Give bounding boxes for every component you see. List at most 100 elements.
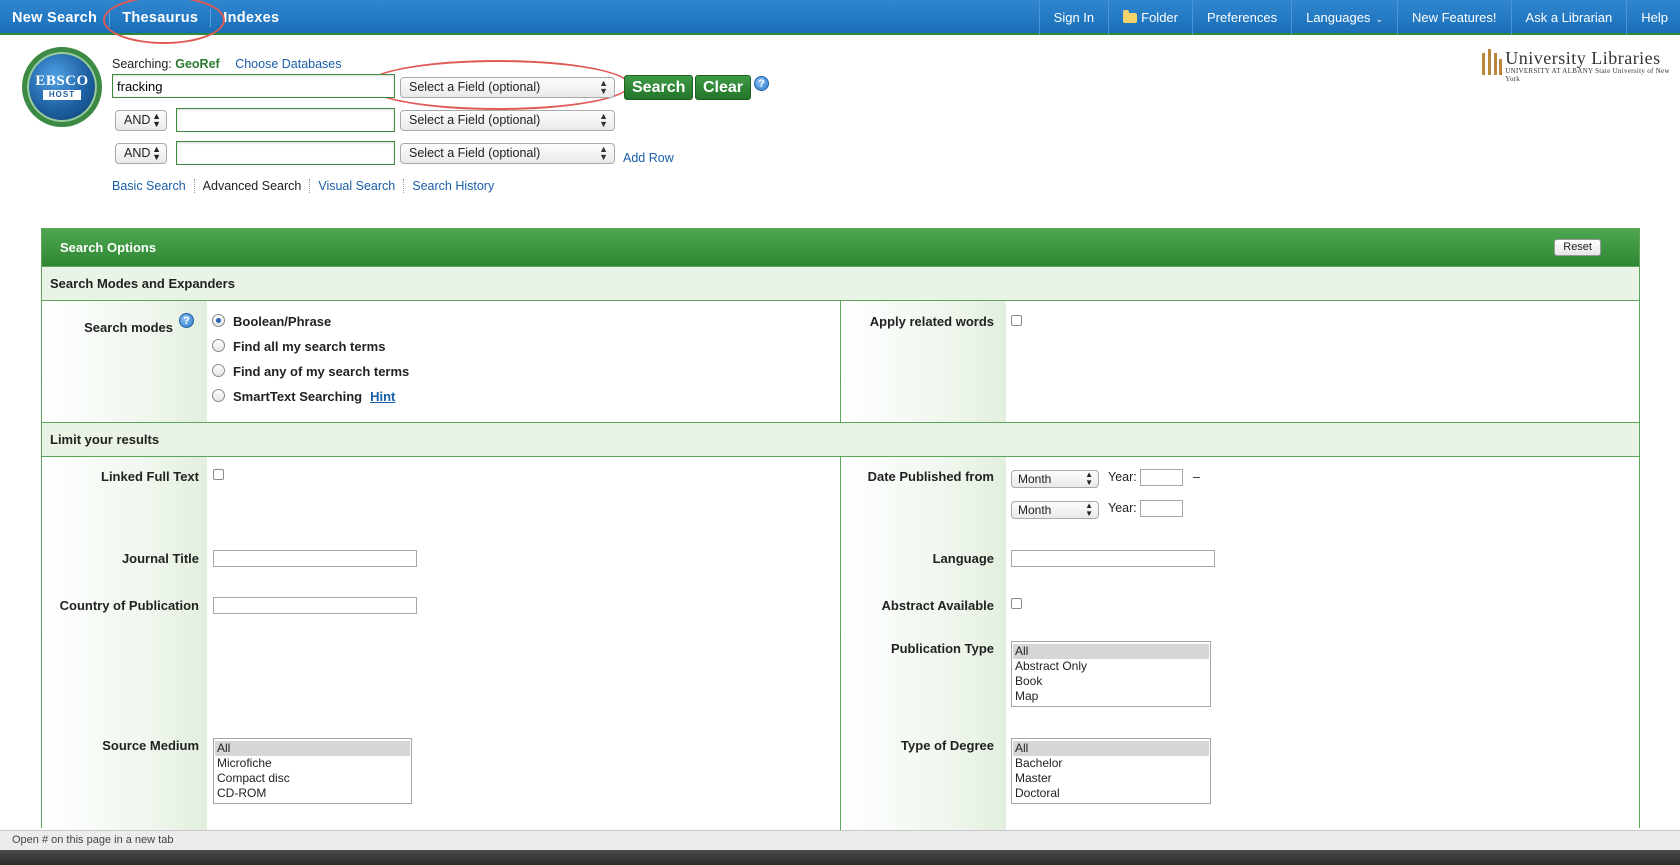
boolean-select-3[interactable]: AND ▲ ▼ [115, 143, 167, 164]
os-dock [0, 850, 1680, 865]
radio-find-any[interactable] [212, 364, 225, 377]
reset-button[interactable]: Reset [1554, 239, 1601, 256]
type-of-degree-label: Type of Degree [901, 738, 994, 753]
add-row-link[interactable]: Add Row [623, 151, 674, 165]
list-item[interactable]: Compact disc [215, 771, 410, 786]
date-from-year-input[interactable] [1140, 469, 1183, 486]
sign-in-link[interactable]: Sign In [1038, 0, 1108, 35]
library-subtitle: UNIVERSITY AT ALBANY State University of… [1505, 67, 1670, 83]
select-arrows-icon: ▲ ▼ [599, 78, 608, 96]
hint-link[interactable]: Hint [370, 389, 395, 404]
nav-new-search[interactable]: New Search [0, 10, 109, 26]
search-modes-help-icon[interactable]: ? [179, 313, 194, 328]
searching-line: Searching: GeoRef Choose Databases [112, 57, 342, 71]
month-label: Month [1018, 503, 1052, 517]
country-of-publication-label: Country of Publication [59, 598, 199, 613]
abstract-available-checkbox[interactable] [1011, 598, 1022, 609]
help-icon[interactable]: ? [754, 76, 769, 91]
field-select-2[interactable]: Select a Field (optional) ▲ ▼ [400, 110, 615, 131]
search-input-3[interactable] [176, 141, 395, 165]
search-button[interactable]: Search [624, 75, 694, 100]
choose-databases-link[interactable]: Choose Databases [235, 57, 341, 71]
linked-full-text-checkbox[interactable] [213, 469, 224, 480]
radio-boolean-phrase[interactable] [212, 314, 225, 327]
nav-thesaurus[interactable]: Thesaurus [110, 10, 210, 26]
clear-button[interactable]: Clear [695, 75, 752, 100]
logo-subtext: HOST [42, 90, 82, 100]
boolean-select-2[interactable]: AND ▲ ▼ [115, 110, 167, 131]
search-modes-label: Search modes [84, 320, 173, 335]
publication-type-label: Publication Type [890, 641, 994, 656]
date-from-month-select[interactable]: Month ▲ ▼ [1011, 470, 1099, 488]
list-item[interactable]: Abstract Only [1013, 659, 1209, 674]
apply-related-words-checkbox[interactable] [1011, 315, 1022, 326]
select-arrows-icon: ▲ ▼ [599, 111, 608, 129]
advanced-search-link[interactable]: Advanced Search [193, 179, 310, 193]
help-link[interactable]: Help [1626, 0, 1680, 35]
preferences-link[interactable]: Preferences [1192, 0, 1291, 35]
list-item[interactable]: Microfiche [215, 756, 410, 771]
list-item[interactable]: All [215, 741, 410, 756]
boolean-label: AND [124, 113, 151, 127]
university-libraries-logo[interactable]: University Libraries UNIVERSITY AT ALBAN… [1480, 49, 1680, 83]
top-toolbar: New Search Thesaurus Indexes Sign In Fol… [0, 0, 1680, 35]
field-select-label: Select a Field (optional) [409, 146, 541, 160]
select-arrows-icon: ▲ ▼ [1085, 501, 1093, 518]
select-arrows-icon: ▲ ▼ [152, 144, 161, 162]
language-label: Language [932, 551, 994, 566]
publication-type-listbox[interactable]: All Abstract Only Book Map [1011, 641, 1211, 707]
date-to-month-select[interactable]: Month ▲ ▼ [1011, 501, 1099, 519]
journal-title-input[interactable] [213, 550, 417, 567]
visual-search-link[interactable]: Visual Search [309, 179, 403, 193]
country-of-publication-input[interactable] [213, 597, 417, 614]
search-mode-links: Basic Search Advanced Search Visual Sear… [112, 179, 502, 193]
list-item[interactable]: All [1013, 741, 1209, 756]
abstract-available-label: Abstract Available [881, 598, 994, 613]
radio-smarttext[interactable] [212, 389, 225, 402]
language-input[interactable] [1011, 550, 1215, 567]
list-item[interactable]: Bachelor [1013, 756, 1209, 771]
folder-icon [1123, 10, 1138, 23]
languages-menu[interactable]: Languages ⌄ [1291, 0, 1397, 35]
smarttext-label: SmartText Searching [233, 389, 363, 404]
radio-find-all[interactable] [212, 339, 225, 352]
searching-label: Searching: [112, 57, 172, 71]
list-item[interactable]: CD-ROM [215, 786, 410, 801]
list-item[interactable]: Doctoral [1013, 786, 1209, 801]
field-select-3[interactable]: Select a Field (optional) ▲ ▼ [400, 143, 615, 164]
date-to-year-input[interactable] [1140, 500, 1183, 517]
date-range-dash: – [1193, 470, 1200, 484]
search-input-2[interactable] [176, 108, 395, 132]
source-medium-label: Source Medium [102, 738, 199, 753]
radio-label: Find all my search terms [233, 339, 386, 354]
limits-grid: Linked Full Text Journal Title Country o… [42, 457, 1639, 857]
search-options-title: Search Options [60, 240, 157, 255]
folder-link[interactable]: Folder [1108, 0, 1192, 35]
boolean-label: AND [124, 146, 151, 160]
chevron-down-icon: ⌄ [1375, 14, 1383, 24]
search-history-link[interactable]: Search History [403, 179, 502, 193]
apply-related-words-label: Apply related words [869, 314, 994, 329]
ebsco-host-logo[interactable]: EBSCO HOST [22, 47, 102, 127]
logo-text: EBSCO [35, 73, 89, 89]
list-item[interactable]: Book [1013, 674, 1209, 689]
search-input-1[interactable] [112, 74, 395, 98]
limit-results-section-header: Limit your results [42, 422, 1639, 457]
source-medium-listbox[interactable]: All Microfiche Compact disc CD-ROM [213, 738, 412, 804]
database-name: GeoRef [175, 57, 220, 71]
list-item[interactable]: Master [1013, 771, 1209, 786]
field-select-1[interactable]: Select a Field (optional) ▲ ▼ [400, 77, 615, 98]
radio-label: SmartText Searching Hint [233, 389, 395, 404]
list-item[interactable]: All [1013, 644, 1209, 659]
ask-librarian-link[interactable]: Ask a Librarian [1510, 0, 1627, 35]
list-item[interactable]: Map [1013, 689, 1209, 704]
radio-label: Boolean/Phrase [233, 314, 332, 329]
type-of-degree-listbox[interactable]: All Bachelor Master Doctoral [1011, 738, 1211, 804]
nav-indexes[interactable]: Indexes [211, 10, 291, 26]
year-label: Year: [1108, 470, 1137, 484]
select-arrows-icon: ▲ ▼ [1085, 470, 1093, 487]
basic-search-link[interactable]: Basic Search [112, 179, 194, 193]
browser-status-bar: Open # on this page in a new tab [0, 830, 1680, 850]
new-features-link[interactable]: New Features! [1396, 0, 1511, 35]
year-label: Year: [1108, 501, 1137, 515]
